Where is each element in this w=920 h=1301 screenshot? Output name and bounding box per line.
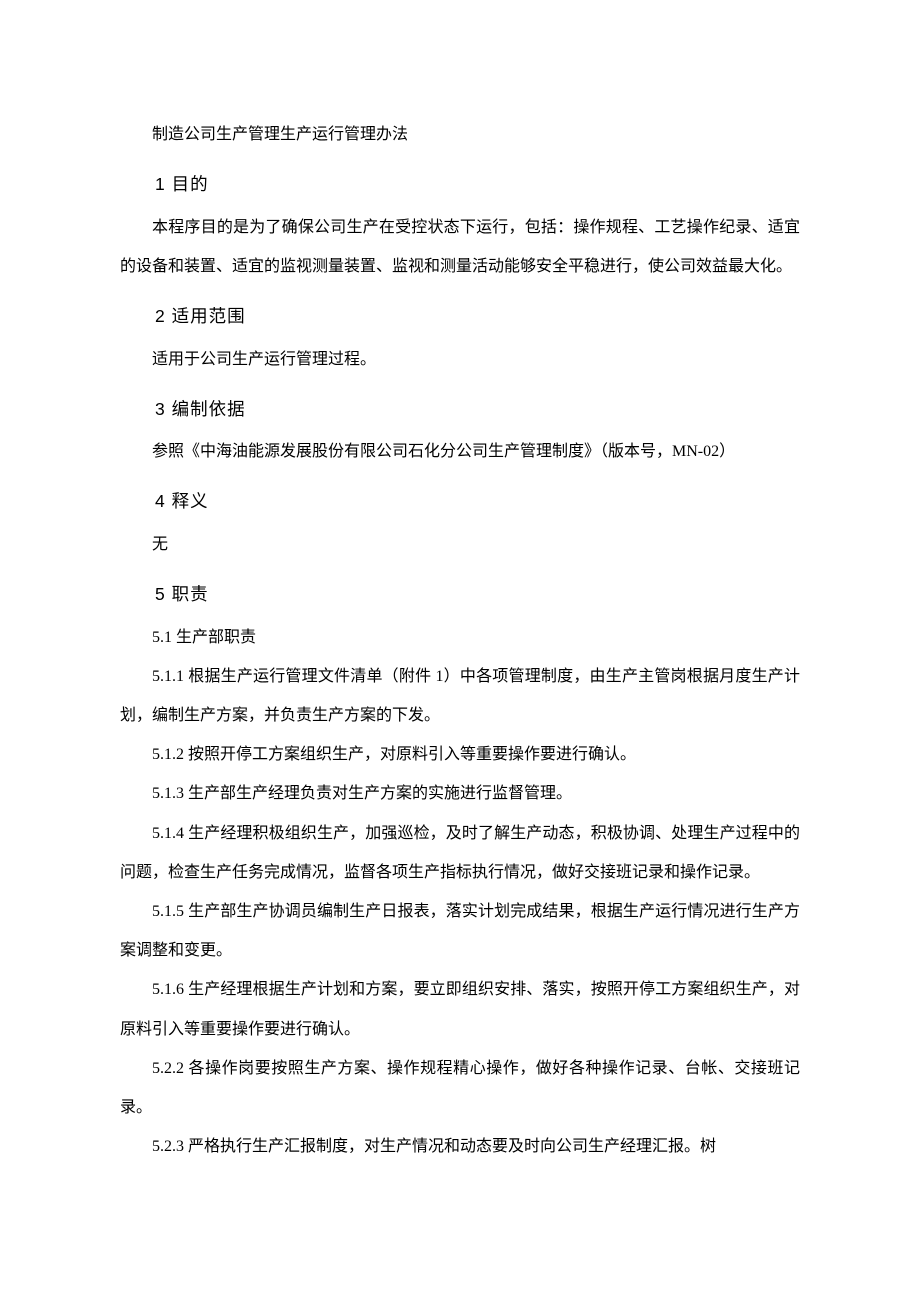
paragraph-5-1-2: 5.1.2 按照开停工方案组织生产，对原料引入等重要操作要进行确认。 [120, 735, 800, 774]
heading-4: 4 释义 [120, 479, 800, 525]
paragraph-5-2-2: 5.2.2 各操作岗要按照生产方案、操作规程精心操作，做好各种操作记录、台帐、交… [120, 1049, 800, 1127]
paragraph-5-1: 5.1 生产部职责 [120, 618, 800, 657]
document-page: 制造公司生产管理生产运行管理办法 1 目的 本程序目的是为了确保公司生产在受控状… [0, 0, 920, 1246]
paragraph-3-body: 参照《中海油能源发展股份有限公司石化分公司生产管理制度》（版本号，MN-02） [120, 432, 800, 471]
paragraph-2-body: 适用于公司生产运行管理过程。 [120, 340, 800, 379]
paragraph-5-2-3: 5.2.3 严格执行生产汇报制度，对生产情况和动态要及时向公司生产经理汇报。树 [120, 1127, 800, 1166]
document-title: 制造公司生产管理生产运行管理办法 [120, 115, 800, 154]
paragraph-5-1-3: 5.1.3 生产部生产经理负责对生产方案的实施进行监督管理。 [120, 774, 800, 813]
heading-5: 5 职责 [120, 572, 800, 618]
paragraph-4-body: 无 [120, 525, 800, 564]
heading-3: 3 编制依据 [120, 387, 800, 433]
paragraph-5-1-1: 5.1.1 根据生产运行管理文件清单（附件 1）中各项管理制度，由生产主管岗根据… [120, 657, 800, 735]
heading-1: 1 目的 [120, 162, 800, 208]
paragraph-5-1-4: 5.1.4 生产经理积极组织生产，加强巡检，及时了解生产动态，积极协调、处理生产… [120, 814, 800, 892]
heading-2: 2 适用范围 [120, 294, 800, 340]
paragraph-1-body: 本程序目的是为了确保公司生产在受控状态下运行，包括：操作规程、工艺操作纪录、适宜… [120, 208, 800, 286]
paragraph-5-1-6: 5.1.6 生产经理根据生产计划和方案，要立即组织安排、落实，按照开停工方案组织… [120, 970, 800, 1048]
paragraph-5-1-5: 5.1.5 生产部生产协调员编制生产日报表，落实计划完成结果，根据生产运行情况进… [120, 892, 800, 970]
